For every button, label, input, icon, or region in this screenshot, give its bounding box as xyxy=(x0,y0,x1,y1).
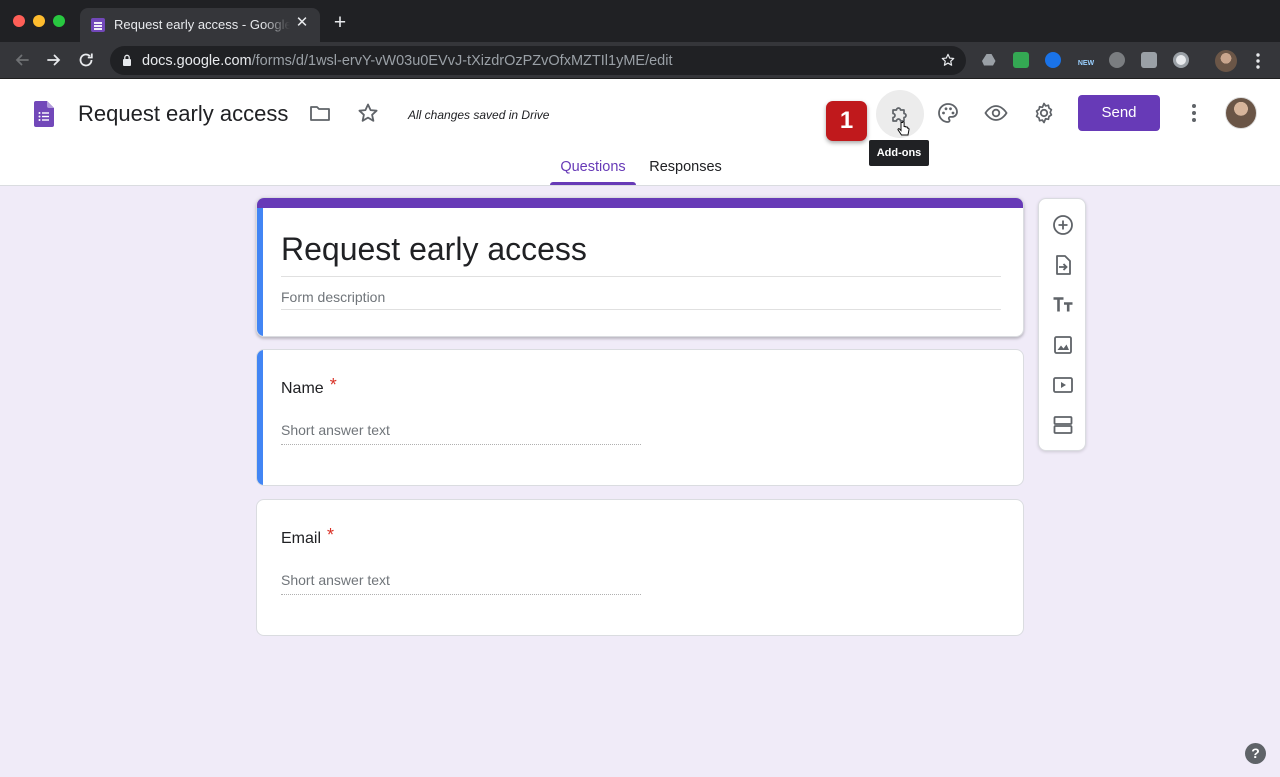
hand-cursor-icon xyxy=(897,121,910,136)
browser-tab-active[interactable]: Request early access - Google Forms ✕ xyxy=(80,8,320,42)
forms-favicon-icon xyxy=(91,18,105,32)
import-questions-icon[interactable] xyxy=(1051,253,1075,277)
close-tab-icon[interactable]: ✕ xyxy=(293,14,311,32)
close-window-button[interactable] xyxy=(13,15,25,27)
add-question-icon[interactable] xyxy=(1051,213,1075,237)
star-icon[interactable] xyxy=(356,101,380,125)
move-to-folder-icon[interactable] xyxy=(308,101,332,125)
description-underline xyxy=(281,309,1001,310)
preview-eye-icon[interactable] xyxy=(984,101,1008,125)
title-underline xyxy=(281,276,1001,277)
short-answer-placeholder: Short answer text xyxy=(281,422,390,438)
question-card-name[interactable]: Name * Short answer text xyxy=(256,349,1024,486)
step-number-badge: 1 xyxy=(826,101,867,141)
circle-u-extension-icon[interactable] xyxy=(1109,52,1125,68)
back-arrow-icon[interactable] xyxy=(12,50,32,70)
theme-color-bar xyxy=(257,198,1023,208)
address-bar[interactable]: docs.google.com/forms/d/1wsl-ervY-vW03u0… xyxy=(110,46,966,75)
question-title[interactable]: Email * xyxy=(281,525,335,548)
question-tools-sidebar xyxy=(1038,198,1086,451)
short-answer-placeholder: Short answer text xyxy=(281,572,390,588)
tab-title: Request early access - Google Forms xyxy=(114,17,290,32)
form-title-card[interactable]: Request early access Form description xyxy=(256,197,1024,337)
question-title[interactable]: Name * xyxy=(281,375,337,398)
forward-arrow-icon[interactable] xyxy=(44,50,64,70)
required-asterisk: * xyxy=(329,375,337,395)
palette-icon[interactable] xyxy=(936,101,960,125)
add-title-icon[interactable] xyxy=(1051,293,1075,317)
settings-gear-icon[interactable] xyxy=(1032,101,1056,125)
mail-extension-icon[interactable] xyxy=(1013,52,1029,68)
google-drive-extension-icon[interactable] xyxy=(981,52,997,68)
active-card-indicator xyxy=(257,208,263,336)
lock-icon xyxy=(123,54,131,66)
record-extension-icon[interactable] xyxy=(1173,52,1189,68)
document-title[interactable]: Request early access xyxy=(78,101,288,127)
url-path: /forms/d/1wsl-ervY-vW03u0EVvJ-tXizdrOzPZ… xyxy=(251,53,673,69)
form-description-field[interactable]: Form description xyxy=(281,289,385,305)
new-extension-icon[interactable]: NEW xyxy=(1077,51,1095,69)
save-status: All changes saved in Drive xyxy=(408,108,550,122)
browser-profile-avatar[interactable] xyxy=(1215,50,1237,72)
question-card-email[interactable]: Email * Short answer text xyxy=(256,499,1024,636)
new-tab-button[interactable]: + xyxy=(330,12,350,33)
send-button[interactable]: Send xyxy=(1078,95,1160,131)
add-image-icon[interactable] xyxy=(1051,333,1075,357)
forms-header: Request early access All changes saved i… xyxy=(0,79,1280,186)
account-avatar[interactable] xyxy=(1225,97,1257,129)
required-asterisk: * xyxy=(327,525,335,545)
answer-underline xyxy=(281,594,641,595)
browser-tab-bar: Request early access - Google Forms ✕ + xyxy=(0,0,1280,42)
addons-button[interactable] xyxy=(876,90,924,138)
minimize-window-button[interactable] xyxy=(33,15,45,27)
tab-responses[interactable]: Responses xyxy=(643,159,728,175)
addons-tooltip: Add-ons xyxy=(869,140,929,166)
compass-extension-icon[interactable] xyxy=(1045,52,1061,68)
google-forms-logo-icon[interactable] xyxy=(34,101,54,127)
browser-toolbar: docs.google.com/forms/d/1wsl-ervY-vW03u0… xyxy=(0,42,1280,79)
bookmark-star-icon[interactable] xyxy=(940,52,956,68)
question-label: Name xyxy=(281,380,324,397)
add-section-icon[interactable] xyxy=(1051,413,1075,437)
add-video-icon[interactable] xyxy=(1051,373,1075,397)
maximize-window-button[interactable] xyxy=(53,15,65,27)
question-focus-bar xyxy=(257,350,263,485)
reload-icon[interactable] xyxy=(76,50,96,70)
form-title[interactable]: Request early access xyxy=(281,231,587,268)
answer-underline xyxy=(281,444,641,445)
url-text: docs.google.com/forms/d/1wsl-ervY-vW03u0… xyxy=(142,53,672,69)
help-icon[interactable]: ? xyxy=(1245,743,1266,764)
more-options-icon[interactable] xyxy=(1182,101,1206,125)
url-host: docs.google.com xyxy=(142,53,252,69)
tab-questions[interactable]: Questions xyxy=(550,159,636,175)
active-tab-indicator xyxy=(550,182,636,185)
chat-extension-icon[interactable] xyxy=(1141,52,1157,68)
question-label: Email xyxy=(281,530,322,547)
browser-menu-icon[interactable] xyxy=(1250,52,1266,70)
